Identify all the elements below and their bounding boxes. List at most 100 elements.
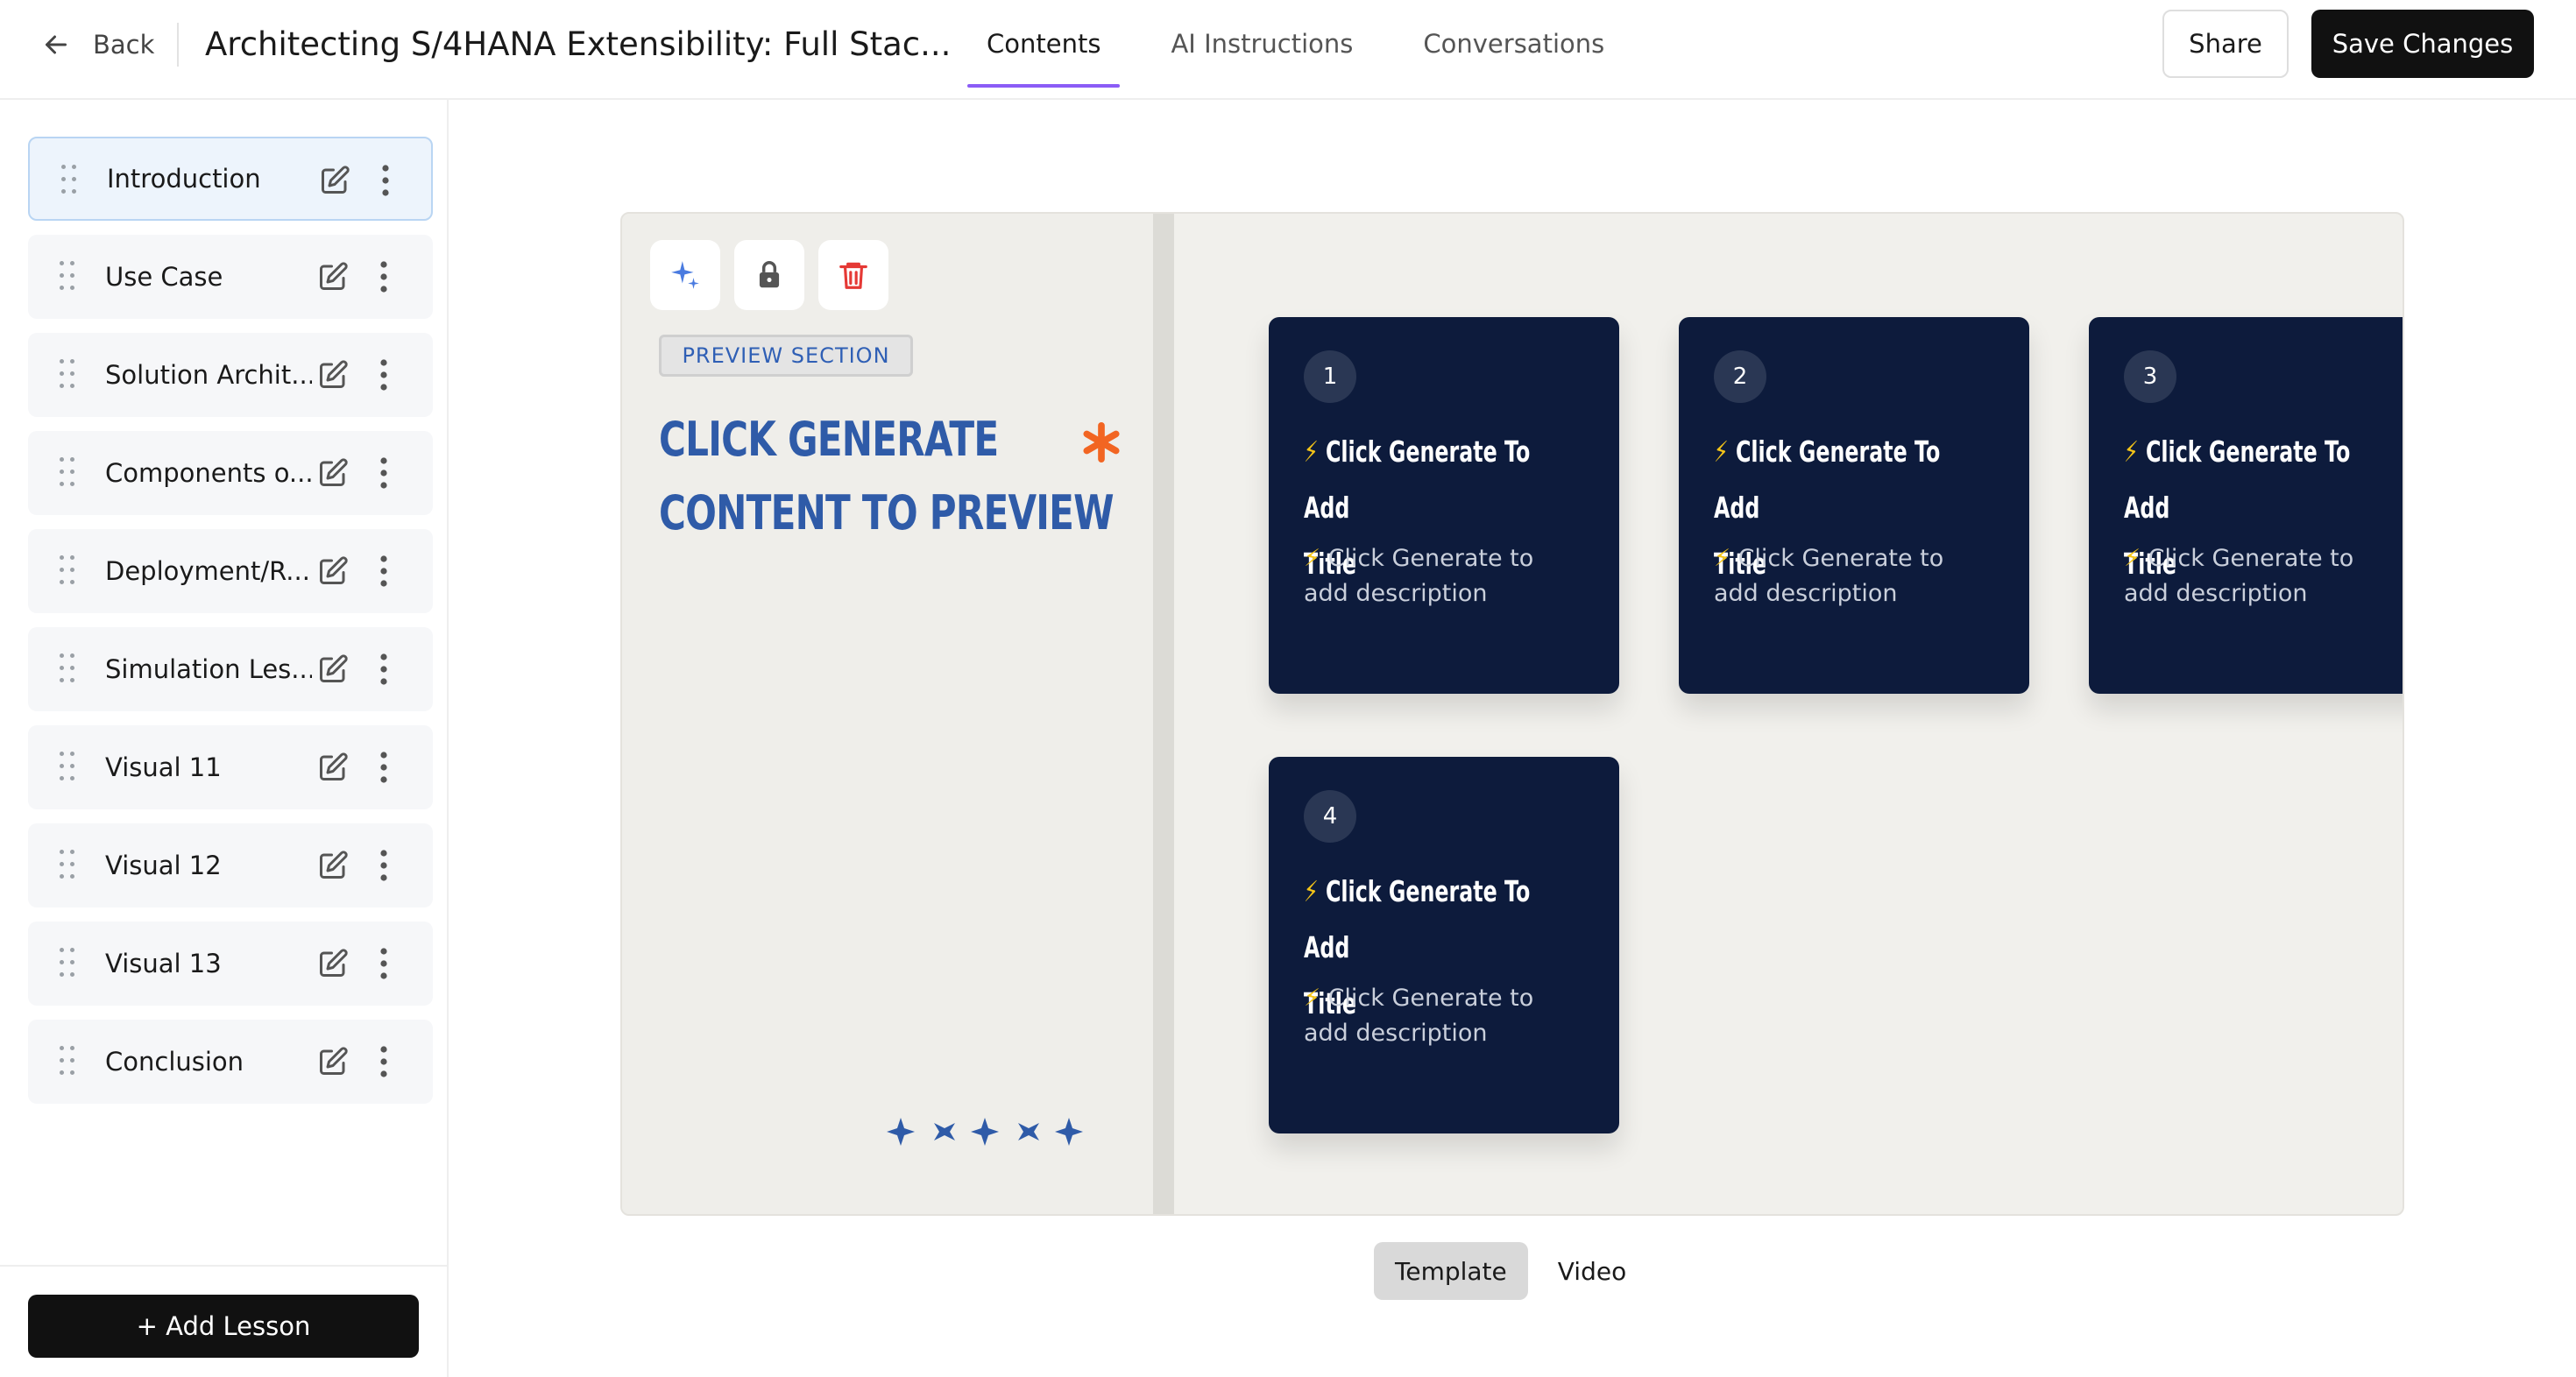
card-number: 2 <box>1714 350 1766 403</box>
preview-card: 4 ⚡ Click Generate To Add Title ⚡ Click Gen… <box>1269 757 1619 1133</box>
decorative-stars-icon <box>887 1118 1083 1146</box>
lesson-item[interactable]: Visual 11 <box>28 725 433 809</box>
edit-icon[interactable] <box>317 850 349 881</box>
drag-handle-icon[interactable] <box>60 850 77 881</box>
video-toggle[interactable]: Video <box>1537 1242 1647 1300</box>
lock-icon <box>759 261 780 288</box>
bolt-icon: ⚡ <box>1714 434 1729 469</box>
card-description: ⚡ Click Generate to add description <box>1304 541 1584 611</box>
tab-conversations[interactable]: Conversations <box>1404 0 1624 88</box>
drag-handle-icon[interactable] <box>61 165 79 196</box>
card-number: 3 <box>2124 350 2176 403</box>
top-bar: Back Architecting S/4HANA Extensibility:… <box>0 0 2576 100</box>
bolt-icon: ⚡ <box>1714 545 1730 572</box>
tab-ai-instructions[interactable]: AI Instructions <box>1151 0 1372 88</box>
lesson-sidebar: Introduction Use Case Solution Archit... Co… <box>0 100 449 1377</box>
more-vertical-icon[interactable] <box>379 259 389 294</box>
lesson-item[interactable]: Solution Archit... <box>28 333 433 417</box>
lesson-label: Simulation Les... <box>105 654 312 684</box>
edit-icon[interactable] <box>317 359 349 391</box>
more-vertical-icon[interactable] <box>379 554 389 589</box>
card-number: 4 <box>1304 790 1356 843</box>
lesson-label: Solution Archit... <box>105 360 312 390</box>
card-title-line-1: Click Generate To Add <box>1304 434 1531 525</box>
card-description: ⚡ Click Generate to add description <box>2124 541 2403 611</box>
lesson-item[interactable]: Components o... <box>28 431 433 515</box>
card-title-line-1: Click Generate To Add <box>1714 434 1941 525</box>
card-description-text: Click Generate to add description <box>1304 985 1534 1047</box>
more-vertical-icon[interactable] <box>379 1044 389 1079</box>
panel-divider <box>1153 214 1174 1214</box>
bolt-icon: ⚡ <box>1304 874 1319 908</box>
add-lesson-button[interactable]: + Add Lesson <box>28 1295 419 1358</box>
card-description: ⚡ Click Generate to add description <box>1714 541 1994 611</box>
drag-handle-icon[interactable] <box>60 653 77 685</box>
sidebar-divider <box>0 1265 447 1267</box>
drag-handle-icon[interactable] <box>60 457 77 489</box>
card-description-text: Click Generate to add description <box>2124 545 2354 607</box>
lesson-item[interactable]: Introduction <box>28 137 433 221</box>
lesson-label: Visual 12 <box>105 851 222 880</box>
edit-icon[interactable] <box>317 653 349 685</box>
card-title-line-1: Click Generate To Add <box>2124 434 2351 525</box>
more-vertical-icon[interactable] <box>379 848 389 883</box>
back-button[interactable]: Back <box>40 26 154 63</box>
more-vertical-icon[interactable] <box>379 750 389 785</box>
lesson-item[interactable]: Visual 13 <box>28 922 433 1006</box>
more-vertical-icon[interactable] <box>379 652 389 687</box>
template-preview-canvas: PREVIEW SECTION CLICK GENERATE CONTENT T… <box>620 212 2404 1216</box>
tab-contents[interactable]: Contents <box>967 0 1121 88</box>
tab-bar: Contents AI Instructions Conversations <box>967 0 1655 100</box>
back-label: Back <box>93 30 155 60</box>
template-toggle[interactable]: Template <box>1374 1242 1528 1300</box>
card-number: 1 <box>1304 350 1356 403</box>
delete-button[interactable] <box>818 240 888 310</box>
edit-icon[interactable] <box>317 1046 349 1077</box>
share-button[interactable]: Share <box>2162 10 2289 78</box>
drag-handle-icon[interactable] <box>60 948 77 979</box>
edit-icon[interactable] <box>317 948 349 979</box>
lesson-item[interactable]: Deployment/R... <box>28 529 433 613</box>
edit-icon[interactable] <box>317 555 349 587</box>
drag-handle-icon[interactable] <box>60 752 77 783</box>
trash-icon <box>839 262 867 289</box>
asterisk-icon <box>1083 422 1120 463</box>
header-divider <box>177 23 179 67</box>
lesson-label: Conclusion <box>105 1047 244 1077</box>
lesson-item[interactable]: Visual 12 <box>28 823 433 907</box>
bolt-icon: ⚡ <box>1304 434 1319 469</box>
drag-handle-icon[interactable] <box>60 261 77 293</box>
lesson-label: Visual 13 <box>105 949 222 978</box>
preview-card: 1 ⚡ Click Generate To Add Title ⚡ Click Gen… <box>1269 317 1619 694</box>
edit-icon[interactable] <box>317 752 349 783</box>
more-vertical-icon[interactable] <box>380 163 391 198</box>
lesson-item[interactable]: Simulation Les... <box>28 627 433 711</box>
sparkle-icon <box>671 261 699 289</box>
lock-button[interactable] <box>734 240 804 310</box>
arrow-left-icon <box>46 35 67 54</box>
lesson-item[interactable]: Conclusion <box>28 1020 433 1104</box>
drag-handle-icon[interactable] <box>60 1046 77 1077</box>
preview-card: 3 ⚡ Click Generate To Add Title ⚡ Click Gen… <box>2089 317 2403 694</box>
drag-handle-icon[interactable] <box>60 359 77 391</box>
drag-handle-icon[interactable] <box>60 555 77 587</box>
preview-left-panel: PREVIEW SECTION CLICK GENERATE CONTENT T… <box>622 214 1153 1214</box>
headline-line-1: CLICK GENERATE <box>659 412 999 467</box>
lesson-label: Use Case <box>105 262 223 292</box>
card-description-text: Click Generate to add description <box>1714 545 1944 607</box>
edit-icon[interactable] <box>317 457 349 489</box>
lesson-label: Deployment/R... <box>105 556 310 586</box>
more-vertical-icon[interactable] <box>379 357 389 392</box>
preview-section-tag: PREVIEW SECTION <box>659 335 913 377</box>
lesson-label: Components o... <box>105 458 312 488</box>
ai-generate-button[interactable] <box>650 240 720 310</box>
save-changes-button[interactable]: Save Changes <box>2311 10 2534 78</box>
lesson-label: Visual 11 <box>105 752 222 782</box>
lesson-label: Introduction <box>107 164 261 194</box>
edit-icon[interactable] <box>319 165 350 196</box>
more-vertical-icon[interactable] <box>379 946 389 981</box>
more-vertical-icon[interactable] <box>379 455 389 491</box>
preview-headline: CLICK GENERATE CONTENT TO PREVIEW <box>659 403 1115 550</box>
edit-icon[interactable] <box>317 261 349 293</box>
lesson-item[interactable]: Use Case <box>28 235 433 319</box>
